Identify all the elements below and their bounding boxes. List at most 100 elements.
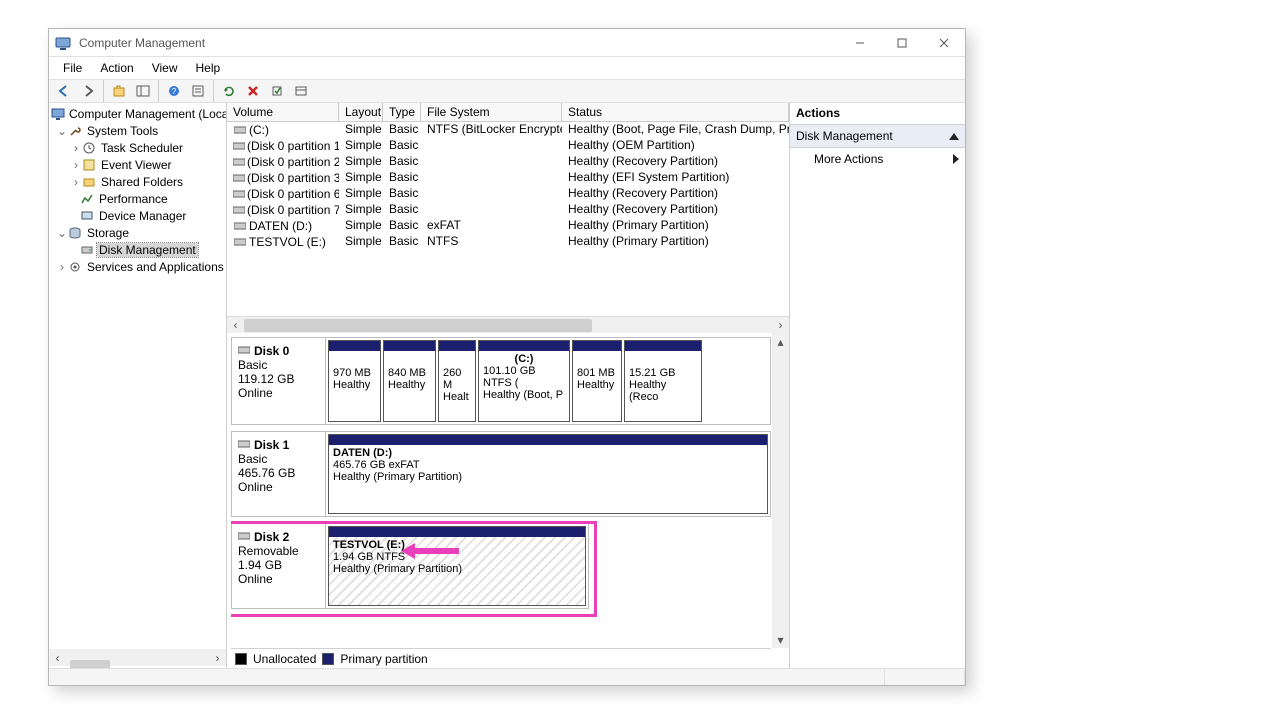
drive-icon [233,189,245,199]
disk0-partition-6[interactable]: 15.21 GBHealthy (Reco [624,340,702,422]
volume-row[interactable]: (Disk 0 partition 7)SimpleBasicHealthy (… [227,202,789,218]
forward-button[interactable] [77,80,99,102]
disk-icon [238,530,250,544]
scroll-left-icon[interactable]: ‹ [49,651,66,665]
maximize-button[interactable] [881,29,923,57]
tree-storage-label: Storage [85,226,131,240]
drive-icon [233,221,247,231]
computer-management-window: Computer Management File Action View Hel… [48,28,966,686]
tree-disk-management[interactable]: Disk Management [49,241,226,258]
performance-icon [79,191,95,207]
delete-button[interactable] [242,80,264,102]
menu-action[interactable]: Action [92,59,141,77]
chevron-right-icon[interactable]: › [71,158,81,172]
volume-row[interactable]: (Disk 0 partition 3)SimpleBasicHealthy (… [227,170,789,186]
action1-button[interactable] [266,80,288,102]
disk-0-info[interactable]: Disk 0 Basic 119.12 GB Online [232,338,326,424]
close-button[interactable] [923,29,965,57]
disk0-partition-c[interactable]: (C:)101.10 GB NTFS (Healthy (Boot, P [478,340,570,422]
titlebar[interactable]: Computer Management [49,29,965,57]
volume-row[interactable]: TESTVOL (E:)SimpleBasicNTFSHealthy (Prim… [227,234,789,250]
help-button[interactable]: ? [163,80,185,102]
disk-icon [238,344,250,358]
tree-performance[interactable]: Performance [49,190,226,207]
tree-disk-management-label: Disk Management [97,243,198,257]
actions-section[interactable]: Disk Management [790,125,965,148]
disk0-partition-1[interactable]: 970 MBHealthy [328,340,381,422]
tree-shared-folders[interactable]: › Shared Folders [49,173,226,190]
minimize-button[interactable] [839,29,881,57]
menu-file[interactable]: File [55,59,90,77]
disk-1-info[interactable]: Disk 1 Basic 465.76 GB Online [232,432,326,516]
disk-2[interactable]: Disk 2 Removable 1.94 GB Online TESTVOL … [231,523,589,609]
properties-button[interactable] [187,80,209,102]
disk-0[interactable]: Disk 0 Basic 119.12 GB Online 970 MBHeal… [231,337,771,425]
col-fs[interactable]: File System [421,103,562,121]
disk2-partition-testvol[interactable]: TESTVOL (E:)1.94 GB NTFSHealthy (Primary… [328,526,586,606]
tree-hscrollbar[interactable]: ‹ › [49,649,226,666]
scroll-thumb[interactable] [244,319,592,332]
disk0-partition-2[interactable]: 840 MBHealthy [383,340,436,422]
col-type[interactable]: Type [383,103,421,121]
scroll-right-icon[interactable]: › [209,651,226,665]
chevron-right-icon[interactable]: › [71,175,81,189]
col-status[interactable]: Status [562,103,789,121]
actions-more[interactable]: More Actions [790,148,965,170]
tree-storage[interactable]: ⌄ Storage [49,224,226,241]
actions-more-label: More Actions [814,152,883,166]
scroll-thumb[interactable] [70,660,110,669]
menu-help[interactable]: Help [188,59,229,77]
volumes-hscrollbar[interactable]: ‹ › [227,316,789,333]
toolbar: ? [49,79,965,103]
col-layout[interactable]: Layout [339,103,383,121]
scroll-left-icon[interactable]: ‹ [227,317,244,334]
disk0-partition-3[interactable]: 260 MHealt [438,340,476,422]
status-cell [765,669,885,685]
up-button[interactable] [108,80,130,102]
disk0-partition-5[interactable]: 801 MBHealthy [572,340,622,422]
disk-mgmt-icon [79,242,95,258]
legend-swatch-unallocated [235,653,247,665]
scroll-right-icon[interactable]: › [772,317,789,334]
disk-2-info[interactable]: Disk 2 Removable 1.94 GB Online [232,524,326,608]
volume-row[interactable]: DATEN (D:)SimpleBasicexFATHealthy (Prima… [227,218,789,234]
volume-row[interactable]: (Disk 0 partition 1)SimpleBasicHealthy (… [227,138,789,154]
chevron-down-icon[interactable]: ⌄ [57,226,67,240]
disk-type: Basic [238,452,319,466]
action2-button[interactable] [290,80,312,102]
col-volume[interactable]: Volume [227,103,339,121]
volume-name: (Disk 0 partition 2) [247,155,339,169]
disk-vscrollbar[interactable]: ▴ ▾ [772,333,789,648]
volume-list-header[interactable]: Volume Layout Type File System Status [227,103,789,122]
back-button[interactable] [53,80,75,102]
volume-list[interactable]: Volume Layout Type File System Status (C… [227,103,789,333]
collapse-up-icon[interactable] [949,133,959,140]
disk1-partition-daten[interactable]: DATEN (D:)465.76 GB exFATHealthy (Primar… [328,434,768,514]
volume-row[interactable]: (C:)SimpleBasicNTFS (BitLocker Encrypted… [227,122,789,138]
scroll-down-icon[interactable]: ▾ [772,631,789,648]
volume-row[interactable]: (Disk 0 partition 2)SimpleBasicHealthy (… [227,154,789,170]
tree-task-scheduler[interactable]: › Task Scheduler [49,139,226,156]
drive-icon [233,173,245,183]
window-title: Computer Management [79,36,205,50]
tree-device-manager[interactable]: Device Manager [49,207,226,224]
tree-event-viewer[interactable]: › Event Viewer [49,156,226,173]
tools-icon [67,123,83,139]
separator [158,80,159,102]
chevron-right-icon[interactable]: › [57,260,67,274]
chevron-down-icon[interactable]: ⌄ [57,124,67,138]
tree-root[interactable]: Computer Management (Local) [49,105,226,122]
separator [213,80,214,102]
disk-1[interactable]: Disk 1 Basic 465.76 GB Online DATEN (D:)… [231,431,771,517]
scroll-up-icon[interactable]: ▴ [772,333,789,350]
tree-system-tools[interactable]: ⌄ System Tools [49,122,226,139]
show-hide-tree-button[interactable] [132,80,154,102]
navigation-tree[interactable]: Computer Management (Local) ⌄ System Too… [49,103,227,668]
refresh-button[interactable] [218,80,240,102]
tree-services[interactable]: › Services and Applications [49,258,226,275]
volume-name: TESTVOL (E:) [249,235,326,249]
disk-icon [238,438,250,452]
volume-row[interactable]: (Disk 0 partition 6)SimpleBasicHealthy (… [227,186,789,202]
chevron-right-icon[interactable]: › [71,141,81,155]
menu-view[interactable]: View [144,59,186,77]
